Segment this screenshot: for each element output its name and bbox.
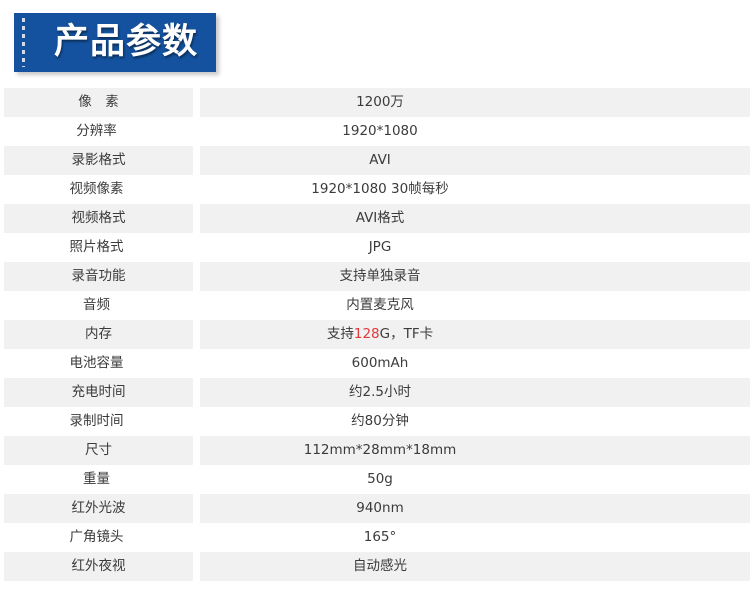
spec-label: 红外光波 [71,499,126,516]
spec-value: 支持单独录音 [339,267,421,284]
column-divider [193,494,200,523]
spec-label: 音频 [83,296,110,313]
table-row: 广角镜头 165° [0,523,750,552]
table-row: 红外光波 940nm [0,494,750,523]
column-divider [193,291,200,320]
table-row: 重量 50g [0,465,750,494]
spec-label: 充电时间 [71,383,126,400]
column-divider [193,378,200,407]
column-divider [193,465,200,494]
footer-spacer [0,581,750,593]
spec-value: 支持 128 G，TF卡 [200,320,750,349]
table-row: 录制时间 约80分钟 [0,407,750,436]
spec-label: 重量 [83,470,110,487]
table-row: 音频 内置麦克风 [0,291,750,320]
spec-label: 分辨率 [76,122,117,139]
spec-value: 1200万 [356,93,404,110]
table-row: 充电时间 约2.5小时 [0,378,750,407]
table-row: 像 素 1200万 [0,88,750,117]
spec-label: 照片格式 [69,238,124,255]
spec-label: 视频像素 [69,180,124,197]
column-divider [193,523,200,552]
column-divider [193,407,200,436]
table-row: 内存 支持 128 G，TF卡 [0,320,750,349]
column-divider [193,320,200,349]
spec-label: 视频格式 [71,209,126,226]
spec-value: 自动感光 [353,557,407,574]
spec-value: 600mAh [351,354,409,371]
table-row: 红外夜视 自动感光 [0,552,750,581]
spec-label: 内存 [85,325,112,342]
spec-value: AVI格式 [355,209,405,226]
perforation-decoration [22,18,25,67]
column-divider [193,349,200,378]
spec-label: 录制时间 [69,412,124,429]
table-row: 照片格式 JPG [0,233,750,262]
page-title: 产品参数 [53,22,198,62]
column-divider [193,436,200,465]
spec-label: 尺寸 [85,441,112,458]
spec-value: AVI [369,151,391,168]
table-row: 分辨率 1920*1080 [0,117,750,146]
spec-label: 录影格式 [71,151,126,168]
header-area: 产品参数 [0,0,750,88]
spec-value-prefix: 支持 [326,325,354,342]
table-row: 录音功能 支持单独录音 [0,262,750,291]
table-row: 录影格式 AVI [0,146,750,175]
column-divider [193,146,200,175]
spec-label: 红外夜视 [71,557,126,574]
table-row: 视频像素 1920*1080 30帧每秒 [0,175,750,204]
spec-value: 50g [367,470,393,487]
column-divider [193,175,200,204]
spec-value: 约80分钟 [351,412,409,429]
product-parameters-banner: 产品参数 [14,13,216,72]
spec-value: 1920*1080 [342,122,418,139]
spec-value: 940nm [356,499,404,516]
spec-value: JPG [368,238,392,255]
table-row: 视频格式 AVI格式 [0,204,750,233]
column-divider [193,204,200,233]
spec-value: 112mm*28mm*18mm [303,441,457,458]
column-divider [193,117,200,146]
spec-value: 165° [363,528,397,545]
column-divider [193,88,200,117]
spec-value: 内置麦克风 [346,296,414,313]
spec-value-suffix: G，TF卡 [379,325,434,342]
spec-label: 像 素 [78,93,119,110]
column-divider [193,552,200,581]
spec-label: 广角镜头 [69,528,124,545]
column-divider [193,262,200,291]
spec-value: 1920*1080 30帧每秒 [311,180,449,197]
spec-label: 录音功能 [71,267,126,284]
spec-label: 电池容量 [69,354,124,371]
table-row: 尺寸 112mm*28mm*18mm [0,436,750,465]
specifications-table: 像 素 1200万分辨率 1920*1080 录影格式 AVI 视频像素 1920*1080… [0,88,750,581]
column-divider [193,233,200,262]
spec-value-highlight: 128 [353,325,380,342]
spec-value: 约2.5小时 [349,383,411,400]
table-row: 电池容量 600mAh [0,349,750,378]
